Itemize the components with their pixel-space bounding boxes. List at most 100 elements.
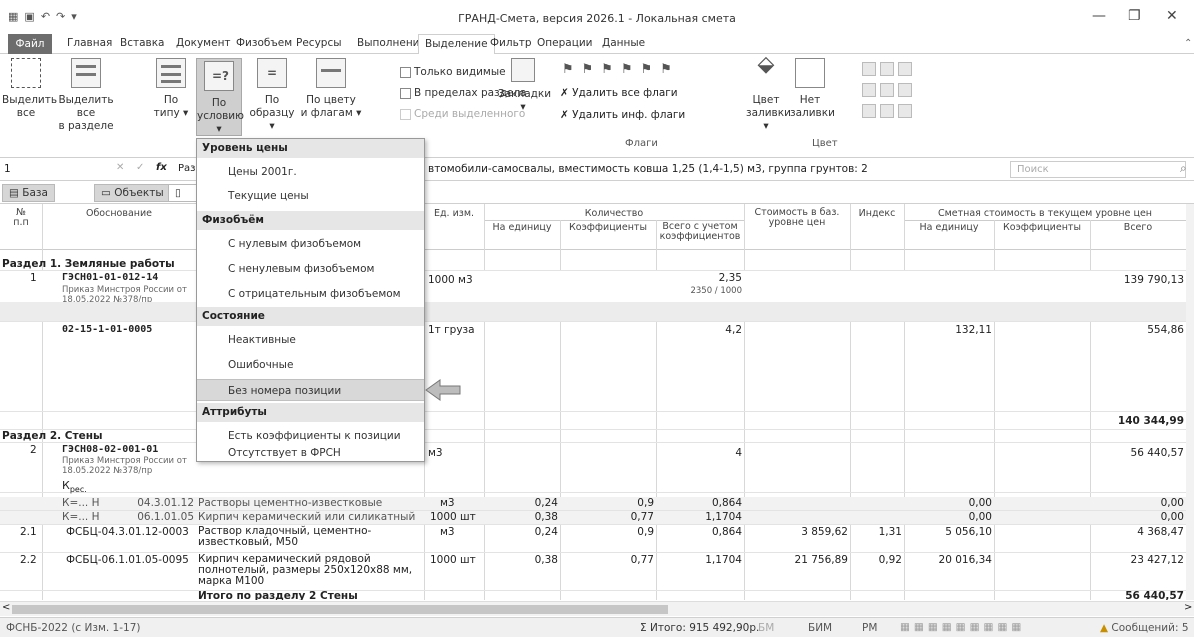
fill-color-button[interactable]: ⬙ Цвет заливки ▾ [746,54,791,133]
tab-document[interactable]: Документ [174,37,233,49]
scroll-right-icon[interactable]: > [1184,602,1192,613]
warning-icon: ▲ [1100,622,1112,634]
view-icons[interactable]: ▦▦▦▦▦▦▦▦▦ [900,621,1025,633]
coefficient-row[interactable]: К=... Н 06.1.01.05 Кирпич керамический и… [0,511,1186,525]
section-total-row[interactable]: 140 344,99 [0,412,1186,430]
color-swatch[interactable] [898,83,912,97]
coefficient-row[interactable]: К=... Н 04.3.01.12 Растворы цементно-изв… [0,497,1186,511]
bookmarks-icon [511,58,535,82]
color-swatch[interactable] [880,83,894,97]
ribbon-tabs: Файл Главная Вставка Документ Физобъем Р… [0,34,1194,55]
color-swatch[interactable] [898,104,912,118]
color-swatch[interactable] [862,62,876,76]
tab-filter[interactable]: Фильтр [488,37,534,49]
tab-physvolume[interactable]: Физобъем [234,37,294,49]
document-tabs: ▤ База ▭ Объекты ▯ [0,182,1194,204]
norm-base-label[interactable]: ФСНБ-2022 (с Изм. 1-17) [6,622,141,634]
section-row[interactable]: Раздел 1. Земляные работы [0,258,1186,271]
tab-home[interactable]: Главная [65,37,114,49]
messages-label[interactable]: ▲ Сообщений: 5 [1100,622,1189,634]
select-all-icon [11,58,41,88]
table-row[interactable]: 2 ГЭСН08-02-001-01 Приказ Минстроя Росси… [0,443,1186,494]
sample-icon: = [257,58,287,88]
tab-selection[interactable]: Выделение [418,34,495,55]
by-color-button[interactable]: По цвету и флагам ▾ [300,58,362,130]
tab-insert[interactable]: Вставка [118,37,167,49]
table-row[interactable]: 2.2 ФСБЦ-06.1.01.05-0095 Кирпич керамиче… [0,553,1186,591]
menu-item-prices-2001[interactable]: Цены 2001г. [197,161,424,183]
sum-icon: Σ [640,622,650,634]
status-bar: ФСНБ-2022 (с Изм. 1-17) Σ Итого: 915 492… [0,617,1194,637]
by-condition-button[interactable]: =? По условию ▾ [196,58,244,136]
tab-operations[interactable]: Операции [535,37,594,49]
rm-toggle[interactable]: РМ [862,622,877,634]
remove-info-flags-button[interactable]: ✗ Удалить инф. флаги [560,109,685,121]
no-fill-button[interactable]: Нет заливки [790,58,835,130]
color-swatch[interactable] [880,62,894,76]
table-row[interactable]: 02-15-1-01-0005 1т груза 4,2 132,11 554,… [0,322,1186,412]
confirm-icon[interactable]: ✓ [136,162,144,173]
type-icon [156,58,186,88]
no-fill-icon [795,58,825,88]
scroll-left-icon[interactable]: < [2,602,10,613]
by-type-button[interactable]: По типу ▾ [150,58,192,130]
ribbon: Выделить все Выделить все в разделе По т… [0,54,1194,158]
cell-reference[interactable]: 1 [4,163,11,175]
menu-item-negative-volume[interactable]: С отрицательным физобъемом [197,283,424,305]
select-all-button[interactable]: Выделить все [2,58,57,130]
menu-item-erroneous[interactable]: Ошибочные [197,354,424,376]
tab-objects[interactable]: ▭ Объекты [94,184,171,202]
color-swatch[interactable] [862,104,876,118]
color-swatch[interactable] [862,83,876,97]
formula-bar: 1 ✕ ✓ fx Разд втомобили-самосвалы, вмест… [0,159,1194,181]
condition-dropdown-menu: Уровень цены Цены 2001г. Текущие цены Фи… [196,138,425,462]
horizontal-scrollbar[interactable]: < > [0,601,1194,616]
close-icon[interactable]: ✕ [1166,8,1178,24]
color-flags-icon [316,58,346,88]
bm-toggle[interactable]: БМ [758,622,774,634]
tab-file[interactable]: Файл [8,34,52,54]
title-bar: ▦ ▣ ↶ ↷ ▾ ГРАНД-Смета, версия 2026.1 - Л… [0,0,1194,34]
search-icon[interactable]: ⌕ [1180,161,1187,176]
scroll-thumb[interactable] [12,605,668,614]
minimize-icon[interactable]: — [1092,8,1106,24]
by-sample-button[interactable]: = По образцу ▾ [248,58,296,132]
menu-item-inactive[interactable]: Неактивные [197,329,424,351]
section-total-row[interactable]: Итого по разделу 2 Стены 56 440,57 [0,590,1186,600]
menu-item-no-position-number[interactable]: Без номера позиции [197,379,424,401]
color-group-label: Цвет [812,138,838,149]
table-row[interactable]: 2.1 ФСБЦ-04.3.01.12-0003 Раствор кладочн… [0,525,1186,553]
vertical-scrollbar[interactable] [1186,204,1194,600]
maximize-icon[interactable]: ❐ [1128,8,1141,24]
search-input[interactable]: Поиск [1010,161,1186,178]
color-swatch[interactable] [898,62,912,76]
color-swatch[interactable] [880,104,894,118]
tab-data[interactable]: Данные [600,37,647,49]
tab-base[interactable]: ▤ База [2,184,55,202]
collapse-ribbon-icon[interactable]: ⌃ [1184,38,1192,49]
menu-item-current-prices[interactable]: Текущие цены [197,185,424,207]
flag-icons[interactable]: ⚑⚑⚑⚑⚑⚑ [562,62,680,77]
section-row[interactable]: Раздел 2. Стены [0,430,1186,443]
menu-group-physvolume: Физобъём [197,211,424,230]
menu-item-zero-volume[interactable]: С нулевым физобъемом [197,233,424,255]
select-in-section-button[interactable]: Выделить все в разделе [52,58,120,132]
menu-group-attributes: Аттрибуты [197,403,424,422]
tab-estimate[interactable]: ▯ [168,184,198,202]
only-visible-checkbox[interactable]: Только видимые [400,66,506,78]
menu-item-nonzero-volume[interactable]: С ненулевым физобъемом [197,258,424,280]
menu-item-has-coefficients[interactable]: Есть коэффициенты к позиции [197,425,424,447]
document-icon: ▯ [175,187,181,199]
tab-resources[interactable]: Ресурсы [294,37,344,49]
formula-text-continued[interactable]: втомобили-самосвалы, вместимость ковша 1… [428,163,868,175]
section-icon [71,58,101,88]
cancel-icon[interactable]: ✕ [116,162,124,173]
resource-row[interactable] [0,302,1186,322]
bookmarks-button[interactable]: Закладки ▾ [498,58,551,130]
flags-group-label: Флаги [625,138,658,149]
remove-flags-icon: ✗ [560,87,573,99]
remove-all-flags-button[interactable]: ✗ Удалить все флаги [560,87,678,99]
bim-toggle[interactable]: БИМ [808,622,832,634]
menu-item-missing-frsn[interactable]: Отсутствует в ФРСН [197,447,424,463]
total-label: Σ Итого: 915 492,90р. [640,622,760,634]
